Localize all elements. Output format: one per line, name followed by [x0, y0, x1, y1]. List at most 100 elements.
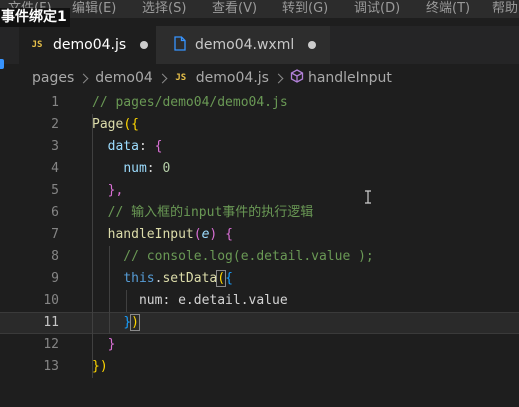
code-editor[interactable]: 1// pages/demo04/demo04.js 2 Page({3 data:…	[0, 92, 519, 407]
breadcrumb-item-file[interactable]: demo04.js	[196, 70, 269, 86]
code-token: }	[123, 315, 132, 330]
code-text: this.setData({	[92, 268, 233, 290]
line-number: 11	[43, 315, 59, 330]
menu-goto[interactable]: 转到(G)	[282, 0, 328, 16]
code-token: ({	[123, 117, 139, 132]
line-number: 8	[51, 249, 59, 264]
indent-guide	[126, 290, 127, 312]
code-line[interactable]: 9 this.setData({	[0, 268, 519, 290]
code-token: {	[225, 227, 233, 242]
code-token: Page	[92, 117, 124, 132]
js-file-icon: JS	[175, 73, 187, 83]
code-line[interactable]: 13})	[0, 356, 519, 378]
breadcrumb: pages demo04 JS demo04.js handleInput	[32, 66, 392, 90]
modified-dot-icon[interactable]	[308, 41, 317, 49]
file-icon	[174, 35, 186, 55]
menu-debug[interactable]: 调试(D)	[354, 0, 400, 16]
line-number: 13	[43, 359, 59, 374]
code-token: {	[225, 271, 233, 286]
code-token: })	[92, 359, 108, 374]
line-number: 5	[51, 183, 59, 198]
code-token: (	[193, 227, 202, 242]
code-token: num: e.detail.value	[92, 293, 288, 308]
menu-selection[interactable]: 选择(S)	[142, 0, 186, 16]
chevron-right-icon	[78, 73, 89, 83]
code-line[interactable]: 6 // 输入框的input事件的执行逻辑	[0, 202, 519, 224]
js-file-icon: JS	[31, 40, 43, 50]
modified-dot-icon[interactable]	[140, 41, 149, 49]
line-number: 9	[51, 271, 59, 286]
code-token: // console.log(e.detail.value );	[92, 249, 374, 264]
code-text: },	[92, 180, 124, 202]
line-number: 6	[51, 205, 59, 220]
code-text: }	[92, 334, 116, 356]
code-token: },	[107, 183, 124, 198]
code-token: handleInput	[107, 227, 194, 242]
chevron-right-icon	[273, 73, 284, 83]
breadcrumb-item-demo04[interactable]: demo04	[95, 70, 153, 86]
tab-bar: JS demo04.js demo04.wxml	[0, 26, 519, 64]
code-token: // pages/demo04/demo04.js	[92, 95, 288, 110]
activity-indicator	[0, 59, 4, 69]
tab-label: demo04.js	[53, 37, 127, 53]
code-token: 0	[162, 161, 171, 176]
code-line[interactable]: 5 },	[0, 180, 519, 202]
code-text: num: e.detail.value	[92, 290, 288, 312]
code-text: // pages/demo04/demo04.js	[92, 92, 288, 114]
code-token: {	[154, 139, 163, 154]
line-number: 10	[43, 293, 59, 308]
code-token: data	[107, 139, 139, 154]
code-text: handleInput(e) {	[92, 224, 233, 246]
code-line[interactable]: 8 // console.log(e.detail.value );	[0, 246, 519, 268]
code-text: num: 0	[92, 158, 170, 180]
menu-view[interactable]: 查看(V)	[212, 0, 257, 16]
menu-help[interactable]: 帮助	[492, 0, 518, 16]
code-token: setData	[162, 271, 218, 286]
code-line[interactable]: 10 num: e.detail.value	[0, 290, 519, 312]
code-text: // console.log(e.detail.value );	[92, 246, 374, 268]
line-number: 2	[51, 117, 59, 132]
code-token: :	[138, 139, 155, 154]
tab-label: demo04.wxml	[195, 37, 295, 53]
menu-edit[interactable]: 编辑(E)	[72, 0, 116, 16]
code-text: })	[92, 313, 140, 333]
tab-demo04-wxml[interactable]: demo04.wxml	[156, 26, 330, 64]
code-line[interactable]: 12 }	[0, 334, 519, 356]
code-token: }	[107, 337, 116, 352]
line-number: 7	[51, 227, 59, 242]
text-cursor-icon	[365, 190, 371, 204]
code-line[interactable]: 1 // pages/demo04/demo04.js	[0, 92, 519, 114]
code-line[interactable]: 2 Page({	[0, 114, 519, 136]
line-number: 1	[51, 95, 59, 110]
menu-terminal[interactable]: 终端(T)	[426, 0, 470, 16]
line-number: 3	[51, 139, 59, 154]
code-line[interactable]: 4 num: 0	[0, 158, 519, 180]
line-number: 12	[43, 337, 59, 352]
code-line[interactable]: 3 data: {	[0, 136, 519, 158]
overlay-title: 事件绑定1	[0, 8, 70, 27]
indent-guide	[109, 246, 110, 334]
menu-bar: 文件(F) 编辑(E) 选择(S) 查看(V) 转到(G) 调试(D) 终端(T…	[0, 0, 519, 18]
code-token: )	[209, 227, 226, 242]
code-token: // 输入框的input事件的执行逻辑	[92, 205, 314, 220]
code-line[interactable]: 7 handleInput(e) {	[0, 224, 519, 246]
tab-demo04-js[interactable]: JS demo04.js	[19, 26, 156, 64]
breadcrumb-item-symbol[interactable]: handleInput	[308, 70, 392, 86]
code-text: Page({	[92, 114, 139, 136]
code-token: :	[146, 161, 163, 176]
code-text: })	[92, 356, 108, 378]
indent-guide	[92, 114, 93, 378]
breadcrumb-item-pages[interactable]: pages	[32, 70, 74, 86]
code-line[interactable]: 11 })	[0, 312, 519, 334]
code-text: // 输入框的input事件的执行逻辑	[92, 202, 314, 224]
method-cube-icon	[290, 69, 304, 87]
line-number: 4	[51, 161, 59, 176]
code-text: data: {	[92, 136, 163, 158]
